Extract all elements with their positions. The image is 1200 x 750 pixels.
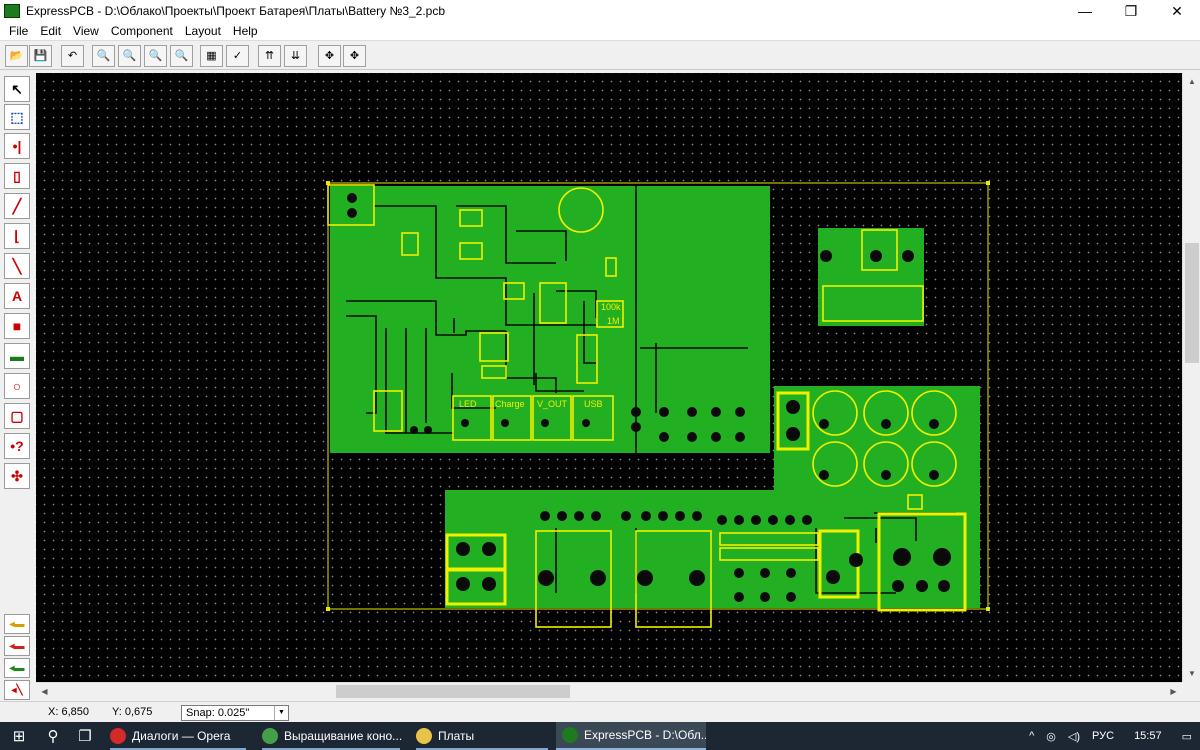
- window-title: ExpressPCB - D:\Облако\Проекты\Проект Ба…: [26, 4, 446, 18]
- snap-select[interactable]: Snap: 0.025" ▼: [181, 705, 289, 721]
- circle-tool-icon[interactable]: ○: [4, 373, 30, 399]
- bottom-layer-icon[interactable]: ⇊: [284, 45, 307, 67]
- layer-silk-icon[interactable]: ◂▬: [4, 658, 30, 678]
- menu-edit[interactable]: Edit: [34, 22, 67, 40]
- pan-icon[interactable]: ✥: [343, 45, 366, 67]
- task-opera-label: Диалоги — Opera: [132, 729, 231, 743]
- label-led: LED: [459, 399, 477, 409]
- task-chrome-label: Выращивание коно...: [284, 729, 403, 743]
- menu-bar: File Edit View Component Layout Help: [0, 22, 1200, 40]
- diagonal-tool-icon[interactable]: ╲: [4, 253, 30, 279]
- y-coordinate: Y: 0,675: [112, 706, 153, 718]
- component-tool-icon[interactable]: ▯: [4, 163, 30, 189]
- trace-tool-icon[interactable]: ╱: [4, 193, 30, 219]
- scroll-left-icon[interactable]: ◀: [36, 683, 53, 700]
- pad-info-tool-icon[interactable]: •?: [4, 433, 30, 459]
- check-icon[interactable]: ✓: [226, 45, 249, 67]
- snap-value: 0.025": [217, 707, 250, 719]
- corner-tool-icon[interactable]: ⌊: [4, 223, 30, 249]
- fill-tool-icon[interactable]: ■: [4, 313, 30, 339]
- zoom-out-icon[interactable]: 🔍: [118, 45, 141, 67]
- save-icon[interactable]: 💾: [29, 45, 52, 67]
- status-bar: X: 6,850 Y: 0,675 Snap: 0.025" ▼: [0, 701, 1200, 722]
- task-folder[interactable]: Платы: [410, 722, 554, 750]
- language-indicator[interactable]: РУС: [1092, 730, 1114, 742]
- label-100k: 100k: [601, 302, 621, 312]
- maximize-button[interactable]: ❐: [1108, 0, 1154, 22]
- menu-component[interactable]: Component: [105, 22, 179, 40]
- snap-label: Snap:: [186, 707, 215, 719]
- label-1m: 1M: [607, 316, 620, 326]
- layer-net-icon[interactable]: ◂╲: [4, 680, 30, 700]
- task-expresspcb-icon: [562, 727, 578, 743]
- zoom-in-icon[interactable]: 🔍: [92, 45, 115, 67]
- select-tool-icon[interactable]: ↖: [4, 76, 30, 102]
- menu-help[interactable]: Help: [227, 22, 264, 40]
- task-opera[interactable]: Диалоги — Opera: [104, 722, 252, 750]
- menu-file[interactable]: File: [3, 22, 34, 40]
- task-expresspcb-label: ExpressPCB - D:\Обл...: [584, 728, 706, 742]
- task-folder-icon: [416, 728, 432, 744]
- layer-top-icon[interactable]: ◂▬: [4, 614, 30, 634]
- menu-layout[interactable]: Layout: [179, 22, 227, 40]
- minimize-button[interactable]: —: [1062, 0, 1108, 22]
- search-icon[interactable]: ⚲: [38, 722, 68, 750]
- copper-planes: [330, 186, 980, 608]
- undo-icon[interactable]: ↶: [61, 45, 84, 67]
- app-icon: [4, 4, 20, 18]
- zoom-select-tool-icon[interactable]: ⬚: [4, 104, 30, 130]
- label-charge: Charge: [495, 399, 525, 409]
- scroll-up-icon[interactable]: ▲: [1183, 73, 1200, 90]
- pcb-drawing: LED Charge V_OUT USB 100k 1M: [326, 181, 990, 628]
- task-view-icon[interactable]: ❐: [70, 722, 100, 750]
- scroll-down-icon[interactable]: ▼: [1183, 665, 1200, 682]
- pad-tool-icon[interactable]: •|: [4, 133, 30, 159]
- vertical-scrollbar[interactable]: ▲ ▼: [1182, 73, 1200, 682]
- rectangle-tool-icon[interactable]: ▢: [4, 403, 30, 429]
- task-expresspcb[interactable]: ExpressPCB - D:\Обл...: [556, 722, 706, 750]
- system-tray: ^ ◎ ◁) РУС 15:57 ▭: [1023, 722, 1200, 750]
- open-icon[interactable]: 📂: [5, 45, 28, 67]
- scroll-right-icon[interactable]: ▶: [1165, 683, 1182, 700]
- zoom-window-icon[interactable]: 🔍: [170, 45, 193, 67]
- chevron-down-icon[interactable]: ▼: [274, 706, 288, 720]
- vertical-scroll-thumb[interactable]: [1185, 243, 1199, 363]
- horizontal-scrollbar[interactable]: ◀ ▶: [36, 682, 1182, 699]
- tool-palette: ↖ ⬚ •| ▯ ╱ ⌊ ╲ A ■ ▬ ○ ▢ •? ✣ ◂▬ ◂▬ ◂▬ ◂╲: [0, 72, 34, 702]
- volume-icon[interactable]: ◁): [1068, 730, 1080, 743]
- clock[interactable]: 15:57: [1134, 730, 1162, 742]
- tray-chevron-icon[interactable]: ^: [1029, 730, 1034, 742]
- plane-tool-icon[interactable]: ▬: [4, 343, 30, 369]
- horizontal-scroll-thumb[interactable]: [336, 685, 570, 698]
- task-chrome[interactable]: Выращивание коно...: [256, 722, 406, 750]
- toolbar: 📂 💾 ↶ 🔍 🔍 🔍 🔍 ▦ ✓ ⇈ ⇊ ✥ ✥: [0, 40, 1200, 70]
- expresspcb-window: ExpressPCB - D:\Облако\Проекты\Проект Ба…: [0, 0, 1200, 750]
- task-folder-label: Платы: [438, 729, 475, 743]
- start-icon[interactable]: ⊞: [0, 722, 38, 750]
- top-layer-icon[interactable]: ⇈: [258, 45, 281, 67]
- task-chrome-icon: [262, 728, 278, 744]
- text-tool-icon[interactable]: A: [4, 283, 30, 309]
- label-vout: V_OUT: [537, 399, 568, 409]
- move-icon[interactable]: ✥: [318, 45, 341, 67]
- title-bar: ExpressPCB - D:\Облако\Проекты\Проект Ба…: [0, 0, 1200, 22]
- netlist-tool-icon[interactable]: ✣: [4, 463, 30, 489]
- layer-bottom-icon[interactable]: ◂▬: [4, 636, 30, 656]
- zoom-fit-icon[interactable]: 🔍: [144, 45, 167, 67]
- menu-view[interactable]: View: [67, 22, 105, 40]
- pcb-canvas[interactable]: LED Charge V_OUT USB 100k 1M: [36, 73, 1182, 682]
- network-icon[interactable]: ◎: [1046, 730, 1056, 743]
- task-opera-icon: [110, 728, 126, 744]
- close-button[interactable]: ✕: [1154, 0, 1200, 22]
- x-coordinate: X: 6,850: [48, 706, 89, 718]
- properties-icon[interactable]: ▦: [200, 45, 223, 67]
- label-usb: USB: [584, 399, 603, 409]
- notifications-icon[interactable]: ▭: [1182, 730, 1192, 743]
- taskbar: ⊞ ⚲ ❐ Диалоги — Opera Выращивание коно...…: [0, 722, 1200, 750]
